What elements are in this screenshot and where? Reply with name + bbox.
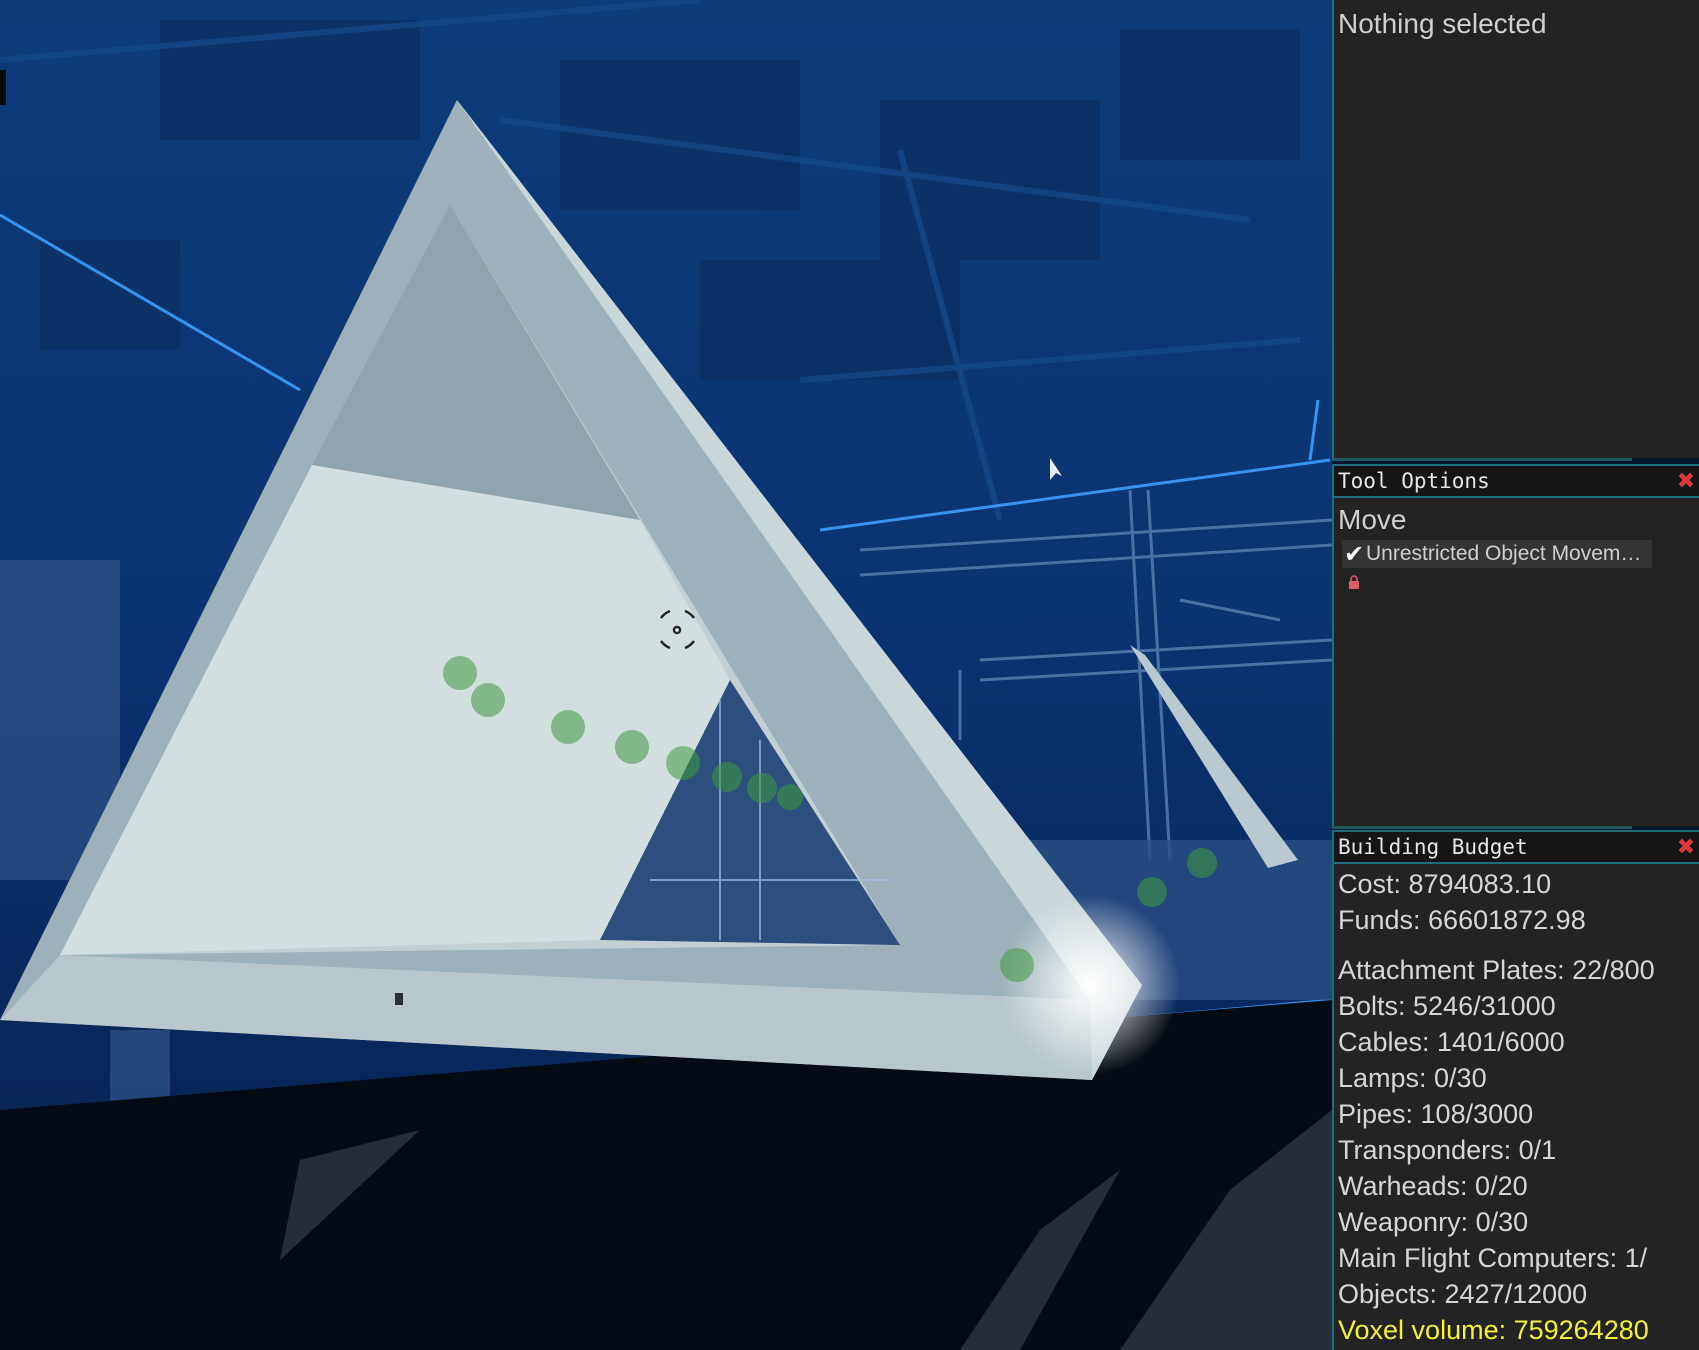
selection-status: Nothing selected: [1338, 8, 1547, 39]
budget-list: Cost: 8794083.10 Funds: 66601872.98 Atta…: [1338, 866, 1699, 1348]
selection-panel: Nothing selected: [1332, 0, 1699, 458]
budget-voxel-volume: Voxel volume: 759264280: [1338, 1315, 1649, 1345]
budget-funds: Funds: 66601872.98: [1338, 905, 1586, 935]
budget-cost: Cost: 8794083.10: [1338, 869, 1552, 899]
budget-objects: Objects: 2427/12000: [1338, 1279, 1588, 1309]
panel-title: Building Budget: [1338, 835, 1528, 859]
lock-icon[interactable]: [1348, 575, 1360, 589]
budget-bolts: Bolts: 5246/31000: [1338, 991, 1556, 1021]
option-label: Unrestricted Object Movem…: [1366, 542, 1642, 565]
budget-weaponry: Weaponry: 0/30: [1338, 1207, 1529, 1237]
unrestricted-movement-checkbox[interactable]: ✔ Unrestricted Object Movem…: [1342, 540, 1652, 568]
panel-title: Tool Options: [1338, 469, 1490, 493]
budget-attachment-plates: Attachment Plates: 22/800: [1338, 955, 1655, 985]
panel-splitter[interactable]: [1332, 458, 1632, 461]
budget-main-flight-computers: Main Flight Computers: 1/: [1338, 1243, 1648, 1273]
budget-lamps: Lamps: 0/30: [1338, 1063, 1487, 1093]
budget-pipes: Pipes: 108/3000: [1338, 1099, 1534, 1129]
building-budget-panel: Building Budget ✖ Cost: 8794083.10 Funds…: [1332, 830, 1699, 1350]
checkmark-icon: ✔: [1343, 540, 1365, 568]
budget-cables: Cables: 1401/6000: [1338, 1027, 1565, 1057]
close-icon[interactable]: ✖: [1675, 835, 1697, 860]
budget-warheads: Warheads: 0/20: [1338, 1171, 1528, 1201]
budget-transponders: Transponders: 0/1: [1338, 1135, 1557, 1165]
building-budget-header[interactable]: Building Budget ✖: [1334, 830, 1699, 864]
close-icon[interactable]: ✖: [1675, 469, 1697, 494]
panel-splitter[interactable]: [1332, 826, 1632, 829]
tool-options-header[interactable]: Tool Options ✖: [1334, 464, 1699, 498]
tool-name: Move: [1338, 504, 1407, 535]
3d-viewport[interactable]: [0, 0, 1332, 1350]
scene-render: [0, 0, 1332, 1350]
tool-options-panel: Tool Options ✖ Move ✔ Unrestricted Objec…: [1332, 464, 1699, 826]
